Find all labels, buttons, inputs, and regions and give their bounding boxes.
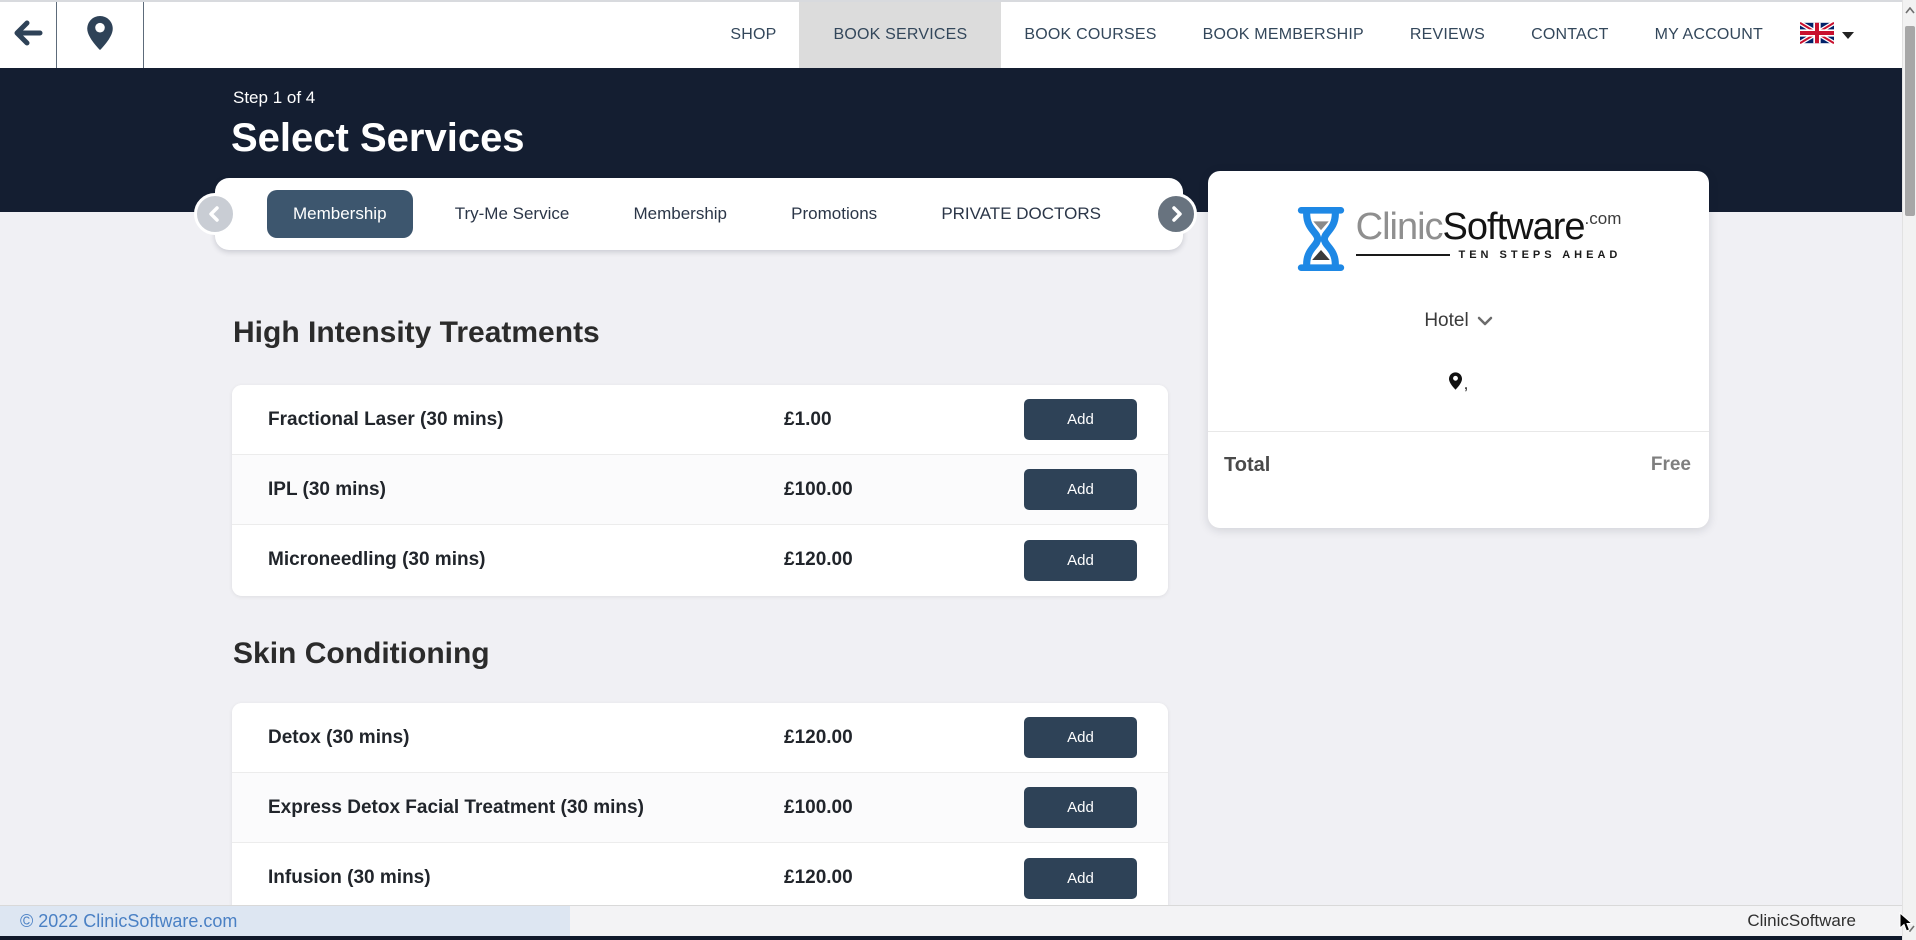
logo-tagline-text: TEN STEPS AHEAD xyxy=(1458,249,1621,261)
logo-tagline-row: TEN STEPS AHEAD xyxy=(1356,249,1622,261)
service-price: £100.00 xyxy=(784,479,934,501)
service-list-skin-conditioning: Detox (30 mins) £120.00 Add Express Deto… xyxy=(232,703,1168,921)
scroll-down-icon xyxy=(1905,925,1915,932)
nav-item-book-membership[interactable]: BOOK MEMBERSHIP xyxy=(1180,2,1387,68)
scrollbar-down-button[interactable] xyxy=(1903,920,1916,936)
logo-text-software: Software xyxy=(1443,206,1585,248)
footer-brand-text: ClinicSoftware xyxy=(1747,911,1856,931)
scrollbar-up-button[interactable] xyxy=(1903,2,1916,18)
chevron-left-icon xyxy=(207,206,223,222)
add-service-button[interactable]: Add xyxy=(1024,717,1137,758)
add-service-button[interactable]: Add xyxy=(1024,858,1137,899)
service-price: £120.00 xyxy=(784,867,934,889)
service-name: Express Detox Facial Treatment (30 mins) xyxy=(268,797,784,819)
service-row: Detox (30 mins) £120.00 Add xyxy=(232,703,1168,773)
nav-item-contact[interactable]: CONTACT xyxy=(1508,2,1632,68)
nav-menu: SHOP BOOK SERVICES BOOK COURSES BOOK MEM… xyxy=(707,2,1916,68)
location-dropdown[interactable]: Hotel xyxy=(1208,310,1709,332)
service-price: £100.00 xyxy=(784,797,934,819)
add-service-button[interactable]: Add xyxy=(1024,540,1137,581)
service-row: Microneedling (30 mins) £120.00 Add xyxy=(232,525,1168,595)
step-indicator: Step 1 of 4 xyxy=(233,88,315,108)
service-list-high-intensity: Fractional Laser (30 mins) £1.00 Add IPL… xyxy=(232,385,1168,596)
address-pin-icon xyxy=(1449,372,1462,395)
vertical-scrollbar[interactable] xyxy=(1902,0,1916,940)
category-tab-try-me-service[interactable]: Try-Me Service xyxy=(433,191,592,237)
service-row: Infusion (30 mins) £120.00 Add xyxy=(232,843,1168,913)
service-row: IPL (30 mins) £100.00 Add xyxy=(232,455,1168,525)
category-tab-promotions[interactable]: Promotions xyxy=(769,191,899,237)
language-caret-icon xyxy=(1842,32,1854,39)
service-price: £120.00 xyxy=(784,727,934,749)
hourglass-logo-icon xyxy=(1296,207,1346,276)
service-name: Detox (30 mins) xyxy=(268,727,784,749)
service-name: IPL (30 mins) xyxy=(268,479,784,501)
chevron-down-icon xyxy=(1477,316,1493,326)
bottom-edge-strip xyxy=(0,936,1916,940)
back-arrow-icon xyxy=(13,20,43,51)
service-name: Microneedling (30 mins) xyxy=(268,549,784,571)
service-row: Express Detox Facial Treatment (30 mins)… xyxy=(232,773,1168,843)
carousel-next-button[interactable] xyxy=(1155,193,1197,235)
total-label: Total xyxy=(1224,454,1270,477)
booking-summary-card: ClinicSoftware.com TEN STEPS AHEAD Hotel… xyxy=(1208,171,1709,528)
section-heading-high-intensity: High Intensity Treatments xyxy=(233,316,600,350)
total-value: Free xyxy=(1651,454,1691,477)
service-row: Fractional Laser (30 mins) £1.00 Add xyxy=(232,385,1168,455)
nav-item-reviews[interactable]: REVIEWS xyxy=(1387,2,1508,68)
service-name: Infusion (30 mins) xyxy=(268,867,784,889)
category-tab-membership[interactable]: Membership xyxy=(267,190,413,238)
language-selector[interactable] xyxy=(1786,2,1868,68)
location-dropdown-label: Hotel xyxy=(1424,310,1468,332)
service-price: £120.00 xyxy=(784,549,934,571)
scroll-up-icon xyxy=(1905,7,1915,14)
category-tab-membership-2[interactable]: Membership xyxy=(611,191,749,237)
nav-item-book-services[interactable]: BOOK SERVICES xyxy=(799,2,1001,68)
location-pin-icon xyxy=(87,16,113,55)
clinicsoftware-logo: ClinicSoftware.com TEN STEPS AHEAD xyxy=(1208,207,1709,276)
logo-text-com: .com xyxy=(1585,209,1622,228)
add-service-button[interactable]: Add xyxy=(1024,399,1137,440)
footer-bar: © 2022 ClinicSoftware.com ClinicSoftware xyxy=(0,905,1916,936)
nav-item-book-courses[interactable]: BOOK COURSES xyxy=(1001,2,1179,68)
add-service-button[interactable]: Add xyxy=(1024,469,1137,510)
carousel-prev-button[interactable] xyxy=(194,193,236,235)
footer-copyright-link[interactable]: © 2022 ClinicSoftware.com xyxy=(20,911,237,932)
category-tab-private-doctors[interactable]: PRIVATE DOCTORS xyxy=(919,191,1123,237)
add-service-button[interactable]: Add xyxy=(1024,787,1137,828)
address-text: , xyxy=(1464,374,1469,394)
nav-item-shop[interactable]: SHOP xyxy=(707,2,799,68)
uk-flag-icon xyxy=(1800,22,1834,49)
logo-text-clinic: Clinic xyxy=(1356,206,1443,248)
location-button[interactable] xyxy=(57,2,144,68)
nav-item-my-account[interactable]: MY ACCOUNT xyxy=(1632,2,1786,68)
service-price: £1.00 xyxy=(784,409,934,431)
scrollbar-thumb[interactable] xyxy=(1905,26,1915,216)
address-row: , xyxy=(1208,372,1709,395)
logo-wordmark: ClinicSoftware.com xyxy=(1356,207,1622,247)
back-button[interactable] xyxy=(0,2,57,68)
section-heading-skin-conditioning: Skin Conditioning xyxy=(233,637,490,671)
chevron-right-icon xyxy=(1168,206,1184,222)
category-carousel: Membership Try-Me Service Membership Pro… xyxy=(215,178,1183,250)
page-title: Select Services xyxy=(231,116,525,161)
logo-tagline-rule xyxy=(1356,254,1451,256)
service-name: Fractional Laser (30 mins) xyxy=(268,409,784,431)
total-row: Total Free xyxy=(1208,432,1709,477)
top-navigation-bar: SHOP BOOK SERVICES BOOK COURSES BOOK MEM… xyxy=(0,0,1916,68)
